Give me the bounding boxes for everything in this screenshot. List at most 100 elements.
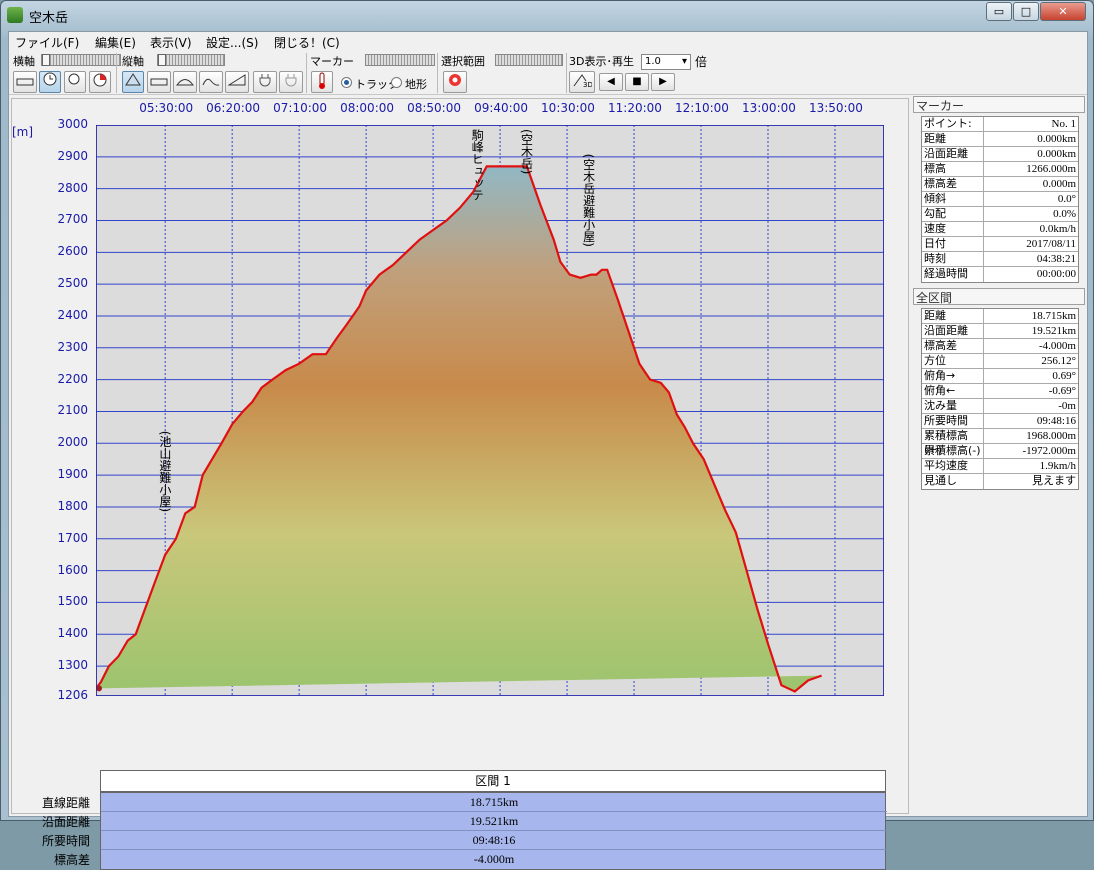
- info-row: 速度 0.0km/h: [922, 222, 1078, 237]
- info-key: 時刻: [922, 252, 984, 267]
- info-value: 0.000m: [1042, 178, 1076, 190]
- close-button[interactable]: ✕: [1040, 2, 1086, 21]
- info-row: 方位 256.12°: [922, 354, 1078, 369]
- info-row: 所要時間 09:48:16: [922, 414, 1078, 429]
- info-value: 00:00:00: [1036, 268, 1076, 280]
- marker-thermometer-button[interactable]: [311, 71, 333, 93]
- section-key: 所要時間: [41, 834, 90, 848]
- h-time-button[interactable]: [39, 71, 61, 93]
- v-arc-button[interactable]: [173, 71, 197, 93]
- horizontal-axis-label: 横軸: [13, 55, 35, 68]
- selection-marker-button[interactable]: [443, 71, 467, 93]
- title-bar[interactable]: 空木岳 ▭ □ ✕: [1, 1, 1093, 31]
- y-tick-label: 2900: [57, 148, 88, 163]
- stop-icon[interactable]: ■: [625, 73, 649, 91]
- section-key: 沿面距離: [41, 815, 90, 829]
- chevron-down-icon: ▾: [681, 56, 687, 67]
- speed-value: 1.0: [645, 56, 661, 67]
- plug-out-button[interactable]: [279, 71, 303, 93]
- info-panel: マーカー ポイント: No. 1 距離 0.000km 沿面距離 0.000km 標高 126…: [913, 96, 1087, 816]
- info-row: 累積標高(+) 1968.000m: [922, 429, 1078, 456]
- play3d-label: 3D表示･再生: [569, 55, 634, 68]
- section-key: 標高差: [53, 853, 90, 867]
- info-value: 0.000km: [1037, 148, 1076, 160]
- radio-track[interactable]: [341, 77, 352, 88]
- slider-knob[interactable]: [42, 54, 50, 66]
- menu-file[interactable]: ファイル(F): [15, 34, 79, 51]
- section-key: 直線距離: [41, 796, 90, 810]
- elevation-chart[interactable]: (池山避難小屋) 駒峰ヒュッテ (空木岳) (空木岳避難小屋): [96, 125, 884, 696]
- info-key: 標高: [922, 162, 984, 177]
- y-tick-label: 1500: [57, 594, 88, 609]
- svg-text:3D: 3D: [583, 81, 592, 88]
- selection-slider[interactable]: [495, 54, 563, 66]
- slider-knob[interactable]: [158, 54, 166, 66]
- speed-select[interactable]: 1.0 ▾: [641, 54, 691, 70]
- y-tick-label: 2700: [57, 212, 88, 227]
- toolbar-separator: [437, 53, 438, 93]
- x-tick-label: 09:40:00: [474, 101, 528, 115]
- y-tick-label: 2800: [57, 180, 88, 195]
- menu-settings[interactable]: 設定...(S): [206, 34, 258, 51]
- v-slope-button[interactable]: [225, 71, 249, 93]
- x-tick-label: 05:30:00: [139, 101, 194, 115]
- info-value: -4.000m: [1039, 340, 1076, 352]
- vertical-axis-slider[interactable]: [157, 54, 225, 66]
- annotation-label: (空木岳): [519, 129, 533, 174]
- plug-in-button[interactable]: [253, 71, 277, 93]
- horizontal-axis-slider[interactable]: [41, 54, 121, 66]
- info-key: 標高差: [922, 339, 984, 354]
- marker-slider[interactable]: [365, 54, 435, 66]
- info-value: -0m: [1058, 400, 1076, 412]
- total-panel-title: 全区間: [913, 288, 1085, 305]
- vertical-axis-label: 縦軸: [122, 55, 144, 68]
- section-row: -4.000m: [473, 852, 515, 866]
- info-row: 平均速度 1.9km/h: [922, 459, 1078, 474]
- info-row: ポイント: No. 1: [922, 117, 1078, 132]
- v-profile-button[interactable]: [122, 71, 144, 93]
- y-tick-label: 2500: [57, 276, 88, 291]
- play-icon[interactable]: ▶: [651, 73, 675, 91]
- info-key: 俯角→: [922, 369, 984, 384]
- maximize-button[interactable]: □: [1013, 2, 1039, 21]
- y-tick-label: 1300: [57, 658, 88, 673]
- menu-close[interactable]: 閉じる！(C): [274, 34, 340, 51]
- h-time-120-button[interactable]: [64, 71, 86, 93]
- y-tick-label: 1400: [57, 626, 88, 641]
- section-summary: 18.715km 19.521km 09:48:16 -4.000m: [100, 792, 887, 870]
- marker-table: ポイント: No. 1 距離 0.000km 沿面距離 0.000km 標高 1266.000…: [921, 116, 1079, 283]
- info-row: 距離 18.715km: [922, 309, 1078, 324]
- info-row: 時刻 04:38:21: [922, 252, 1078, 267]
- info-key: 沈み量: [922, 399, 984, 414]
- h-pie-button[interactable]: [89, 71, 111, 93]
- info-key: ポイント:: [922, 117, 984, 132]
- info-row: 日付 2017/08/11: [922, 237, 1078, 252]
- info-value: 18.715km: [1031, 310, 1076, 322]
- rewind-icon[interactable]: ◀: [599, 73, 623, 91]
- info-row: 見通し 見えます: [922, 474, 1078, 489]
- info-value: 19.521km: [1031, 325, 1076, 337]
- info-row: 俯角← -0.69°: [922, 384, 1078, 399]
- toolbar: 横軸 縦軸 マーカー トラック 地形 選択範囲 3D表示･再生 1.0 ▾ 倍 …: [9, 51, 1087, 95]
- x-tick-label: 07:10:00: [273, 101, 328, 115]
- minimize-button[interactable]: ▭: [986, 2, 1012, 21]
- info-key: 累積標高(+): [922, 429, 984, 456]
- toolbar-separator: [566, 53, 567, 93]
- y-tick-label: 1600: [57, 562, 88, 577]
- menu-view[interactable]: 表示(V): [150, 34, 192, 51]
- radio-terrain[interactable]: [391, 77, 402, 88]
- menu-edit[interactable]: 編集(E): [95, 34, 136, 51]
- v-flat-button[interactable]: [147, 71, 171, 93]
- v-wave-button[interactable]: [199, 71, 223, 93]
- position-marker[interactable]: [96, 685, 102, 692]
- section-title[interactable]: 区間 1: [100, 770, 886, 792]
- h-distance-button[interactable]: [13, 71, 37, 93]
- info-key: 経過時間: [922, 267, 984, 282]
- y-tick-label: 1800: [57, 498, 88, 513]
- section-row: 18.715km: [101, 793, 887, 812]
- selection-label: 選択範囲: [441, 55, 485, 68]
- client-area: ファイル(F) 編集(E) 表示(V) 設定...(S) 閉じる！(C) 横軸 …: [8, 31, 1088, 870]
- section-row: 19.521km: [101, 812, 887, 831]
- view-3d-button[interactable]: 3D: [569, 71, 595, 93]
- info-value: -0.69°: [1048, 385, 1076, 397]
